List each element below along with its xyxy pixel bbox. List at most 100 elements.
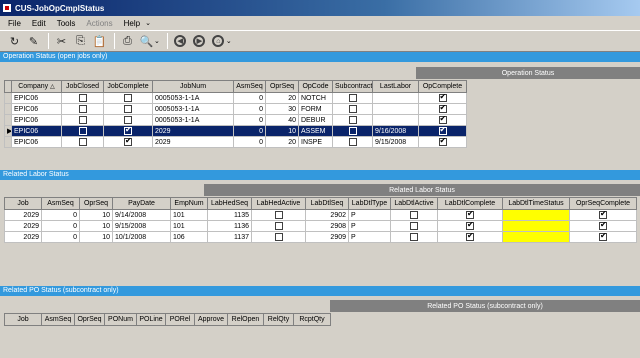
col-po-line[interactable]: POLine xyxy=(136,313,166,326)
col-po-num[interactable]: PONum xyxy=(104,313,137,326)
col-company[interactable]: Company △ xyxy=(11,80,62,93)
table-row[interactable]: 2029 0 10 9/15/2008 101 1136 2908 P xyxy=(4,220,637,232)
cell-emp-num[interactable]: 101 xyxy=(170,220,208,232)
clear-icon[interactable]: ✎ xyxy=(25,33,42,50)
cell-lab-hed-seq[interactable]: 1137 xyxy=(207,231,252,243)
col-lab-hed-active[interactable]: LabHedActive xyxy=(251,197,306,210)
cell-last-labor[interactable] xyxy=(372,103,419,115)
menu-actions[interactable]: Actions xyxy=(86,19,112,28)
checkbox[interactable] xyxy=(348,138,357,146)
menu-edit[interactable]: Edit xyxy=(32,19,46,28)
checkbox[interactable] xyxy=(599,233,607,241)
col-opr-seq[interactable]: OprSeq xyxy=(79,197,113,210)
cell-lab-hed-active[interactable] xyxy=(251,209,306,221)
col-rcpt-qty[interactable]: RcptQty xyxy=(293,313,331,326)
menu-tools[interactable]: Tools xyxy=(57,19,76,28)
cell-job-complete[interactable] xyxy=(103,125,153,137)
cell-emp-num[interactable]: 101 xyxy=(170,209,208,221)
checkbox[interactable] xyxy=(124,127,132,135)
cell-opr-seq-complete[interactable] xyxy=(569,209,637,221)
checkbox[interactable] xyxy=(410,222,418,230)
cell-asm-seq[interactable]: 0 xyxy=(41,220,80,232)
cell-subcontract[interactable] xyxy=(332,114,373,126)
cell-lab-hed-seq[interactable]: 1135 xyxy=(207,209,252,221)
cell-asm-seq[interactable]: 0 xyxy=(233,92,266,104)
cell-opr-seq[interactable]: 10 xyxy=(265,125,299,137)
table-row[interactable]: EPIC06 0005053-1-1A 0 20 NOTCH xyxy=(4,92,467,104)
cell-op-code[interactable]: FORM xyxy=(298,103,333,115)
checkbox[interactable] xyxy=(124,116,132,124)
cell-job-closed[interactable] xyxy=(61,114,104,126)
back-button[interactable]: ◀ xyxy=(172,33,189,50)
cell-opr-seq[interactable]: 20 xyxy=(265,136,299,148)
cell-lab-dtl-time-status[interactable] xyxy=(502,231,570,243)
cell-asm-seq[interactable]: 0 xyxy=(233,136,266,148)
cell-job-num[interactable]: 0005053-1-1A xyxy=(152,103,234,115)
cell-asm-seq[interactable]: 0 xyxy=(41,231,80,243)
cell-opr-seq[interactable]: 10 xyxy=(79,231,113,243)
table-row[interactable]: EPIC06 0005053-1-1A 0 30 FORM xyxy=(4,103,467,115)
cell-asm-seq[interactable]: 0 xyxy=(233,125,266,137)
cell-op-code[interactable]: DEBUR xyxy=(298,114,333,126)
cell-lab-dtl-seq[interactable]: 2902 xyxy=(305,209,349,221)
cell-op-complete[interactable] xyxy=(418,103,467,115)
paste-icon[interactable]: 📋 xyxy=(91,33,108,50)
checkbox[interactable] xyxy=(466,222,474,230)
checkbox[interactable] xyxy=(438,138,447,146)
cell-asm-seq[interactable]: 0 xyxy=(233,114,266,126)
checkbox[interactable] xyxy=(466,211,474,219)
cell-lab-dtl-type[interactable]: P xyxy=(348,231,391,243)
cell-subcontract[interactable] xyxy=(332,92,373,104)
cell-job-num[interactable]: 0005053-1-1A xyxy=(152,114,234,126)
cell-job-complete[interactable] xyxy=(103,114,153,126)
col-approve[interactable]: Approve xyxy=(194,313,228,326)
cut-icon[interactable]: ✂ xyxy=(53,33,70,50)
col-asm-seq[interactable]: AsmSeq xyxy=(41,313,75,326)
cell-lab-dtl-active[interactable] xyxy=(390,231,438,243)
col-job-complete[interactable]: JobComplete xyxy=(103,80,153,93)
col-lab-dtl-complete[interactable]: LabDtlComplete xyxy=(437,197,503,210)
col-pay-date[interactable]: PayDate xyxy=(112,197,171,210)
col-subcontract[interactable]: Subcontract xyxy=(332,80,373,93)
cell-lab-dtl-time-status[interactable] xyxy=(502,209,570,221)
col-asm-seq[interactable]: AsmSeq xyxy=(233,80,266,93)
cell-last-labor[interactable] xyxy=(372,114,419,126)
col-op-code[interactable]: OpCode xyxy=(298,80,333,93)
menu-help[interactable]: Help xyxy=(124,19,140,28)
cell-last-labor[interactable]: 9/15/2008 xyxy=(372,136,419,148)
checkbox[interactable] xyxy=(274,211,283,219)
copy-icon[interactable]: ⎘ xyxy=(72,33,89,50)
cell-lab-dtl-type[interactable]: P xyxy=(348,209,391,221)
cell-job-closed[interactable] xyxy=(61,136,104,148)
checkbox[interactable] xyxy=(78,105,87,113)
col-emp-num[interactable]: EmpNum xyxy=(170,197,208,210)
cell-op-complete[interactable] xyxy=(418,114,467,126)
col-rel-qty[interactable]: RelQty xyxy=(263,313,294,326)
checkbox[interactable] xyxy=(438,127,447,135)
search-icon[interactable]: 🔍 xyxy=(138,33,155,50)
cell-company[interactable]: EPIC06 xyxy=(11,103,62,115)
cell-company[interactable]: EPIC06 xyxy=(11,114,62,126)
cell-emp-num[interactable]: 106 xyxy=(170,231,208,243)
cell-job[interactable]: 2029 xyxy=(4,231,42,243)
refresh-icon[interactable]: ↻ xyxy=(6,33,23,50)
cell-job[interactable]: 2029 xyxy=(4,220,42,232)
cell-asm-seq[interactable]: 0 xyxy=(233,103,266,115)
menu-overflow-icon[interactable]: ⌄ xyxy=(145,19,151,27)
cell-lab-dtl-complete[interactable] xyxy=(437,209,503,221)
cell-company[interactable]: EPIC06 xyxy=(11,125,62,137)
cell-job-complete[interactable] xyxy=(103,92,153,104)
chevron-down-icon[interactable]: ⌄ xyxy=(226,37,232,45)
cell-pay-date[interactable]: 9/14/2008 xyxy=(112,209,171,221)
cell-lab-dtl-seq[interactable]: 2909 xyxy=(305,231,349,243)
cell-opr-seq[interactable]: 10 xyxy=(79,220,113,232)
checkbox[interactable] xyxy=(410,211,418,219)
checkbox[interactable] xyxy=(78,116,87,124)
cell-opr-seq[interactable]: 40 xyxy=(265,114,299,126)
cell-job-closed[interactable] xyxy=(61,103,104,115)
cell-op-complete[interactable] xyxy=(418,136,467,148)
col-lab-dtl-type[interactable]: LabDtlType xyxy=(348,197,391,210)
col-lab-dtl-seq[interactable]: LabDtlSeq xyxy=(305,197,349,210)
checkbox[interactable] xyxy=(438,116,447,124)
cell-job-complete[interactable] xyxy=(103,136,153,148)
